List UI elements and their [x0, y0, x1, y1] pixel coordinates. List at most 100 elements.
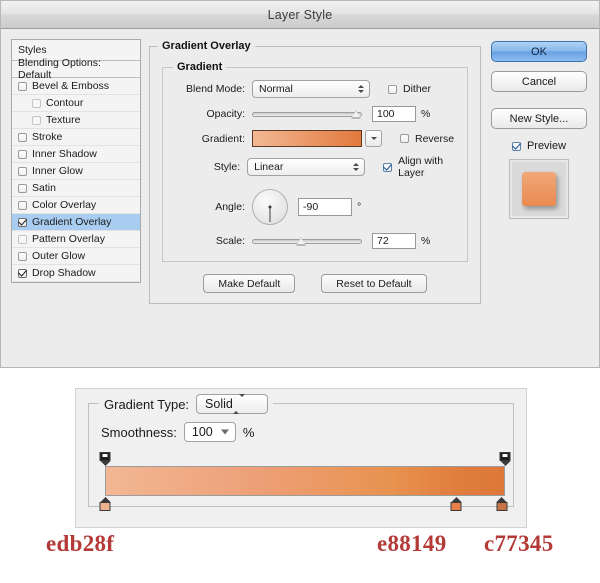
sidebar-item-label: Outer Glow [32, 250, 86, 262]
sidebar-item-pattern-overlay[interactable]: Pattern Overlay [12, 231, 140, 248]
blend-mode-select[interactable]: Normal [252, 80, 370, 98]
scale-slider[interactable] [252, 236, 362, 247]
gradient-preview-swatch[interactable] [252, 130, 362, 147]
smoothness-input[interactable]: 100 [183, 422, 236, 442]
reverse-checkbox[interactable] [400, 134, 409, 143]
hex-color-label: c77345 [484, 531, 554, 556]
sidebar-item-label: Satin [32, 182, 56, 194]
smoothness-label: Smoothness: [101, 424, 177, 440]
opacity-stop[interactable] [499, 452, 511, 466]
style-checkbox[interactable] [18, 81, 27, 91]
sidebar-item-color-overlay[interactable]: Color Overlay [12, 197, 140, 214]
sidebar-item-label: Stroke [32, 131, 63, 143]
gradient-type-label: Gradient Type: [104, 396, 190, 412]
sidebar-item-label: Texture [46, 114, 81, 126]
opacity-row: Opacity: 100 % [173, 106, 457, 122]
gradient-bar[interactable] [105, 466, 505, 496]
style-checkbox[interactable] [18, 234, 27, 244]
angle-dial[interactable] [252, 189, 288, 225]
sidebar-item-outer-glow[interactable]: Outer Glow [12, 248, 140, 265]
sidebar-item-blending-options[interactable]: Blending Options: Default [12, 57, 140, 81]
align-with-layer-option[interactable]: Align with Layer [383, 155, 457, 179]
sidebar-item-label: Drop Shadow [32, 267, 96, 279]
color-stop[interactable] [496, 497, 508, 511]
dither-label: Dither [403, 83, 432, 95]
opacity-stop-chip [99, 452, 111, 461]
blend-mode-row: Blend Mode: Normal Dither [173, 80, 457, 98]
smoothness-unit: % [242, 424, 255, 440]
reverse-option[interactable]: Reverse [400, 133, 454, 145]
style-checkbox[interactable] [18, 200, 27, 210]
sidebar-item-label: Blending Options: Default [18, 57, 101, 81]
opacity-stop-pointer [100, 461, 110, 466]
preview-checkbox[interactable] [511, 141, 521, 151]
sidebar-item-label: Bevel & Emboss [32, 80, 110, 92]
align-with-layer-checkbox[interactable] [383, 162, 393, 172]
style-checkbox[interactable] [18, 166, 27, 176]
sidebar-item-inner-glow[interactable]: Inner Glow [12, 163, 140, 180]
chevron-updown-icon [358, 85, 364, 93]
style-checkbox[interactable] [18, 149, 27, 159]
scale-slider-knob[interactable] [296, 236, 307, 247]
hex-color-label: edb28f [46, 531, 115, 556]
dither-checkbox[interactable] [388, 84, 397, 94]
scale-unit: % [421, 235, 431, 247]
color-stop-chip [450, 502, 462, 511]
sidebar-item-contour[interactable]: Contour [12, 95, 140, 112]
style-checkbox[interactable] [32, 98, 41, 108]
page-title: Layer Style [267, 7, 333, 22]
gradient-type-group: Gradient Type: Solid Smoothness: 100 % [88, 394, 514, 511]
angle-row: Angle: -90 ° [173, 189, 457, 225]
sidebar-item-label: Color Overlay [32, 199, 97, 211]
scale-row: Scale: 72 % [173, 233, 457, 249]
opacity-slider-knob[interactable] [351, 109, 362, 120]
angle-input[interactable]: -90 [298, 198, 352, 216]
ok-button[interactable]: OK [491, 41, 587, 62]
gradient-overlay-group: Gradient Overlay Gradient Blend Mode: No… [149, 40, 481, 304]
cancel-button[interactable]: Cancel [491, 71, 587, 92]
style-checkbox[interactable] [18, 217, 27, 227]
dialog-actions: OK Cancel New Style... Preview [489, 39, 589, 360]
style-row: Style: Linear Align with Layer [173, 155, 457, 179]
make-default-button[interactable]: Make Default [203, 274, 296, 293]
sidebar-item-texture[interactable]: Texture [12, 112, 140, 129]
sidebar-item-satin[interactable]: Satin [12, 180, 140, 197]
group-title: Gradient Overlay [158, 40, 255, 52]
opacity-stop[interactable] [99, 452, 111, 466]
sidebar-item-stroke[interactable]: Stroke [12, 129, 140, 146]
sidebar-item-inner-shadow[interactable]: Inner Shadow [12, 146, 140, 163]
blend-mode-label: Blend Mode: [186, 83, 245, 95]
preview-option[interactable]: Preview [511, 140, 566, 152]
color-stop[interactable] [450, 497, 462, 511]
angle-dial-hub [268, 205, 272, 209]
style-checkbox[interactable] [32, 115, 41, 125]
default-buttons-row: Make Default Reset to Default [162, 274, 468, 293]
gradient-type-select[interactable]: Solid [196, 394, 269, 414]
sidebar-item-label: Gradient Overlay [32, 216, 112, 228]
gradient-overlay-panel: Gradient Overlay Gradient Blend Mode: No… [149, 39, 481, 360]
scale-input[interactable]: 72 [372, 233, 416, 249]
style-checkbox[interactable] [18, 183, 27, 193]
styles-list: Bevel & Emboss Contour Texture Stroke Inner … [12, 78, 140, 282]
style-checkbox[interactable] [18, 132, 27, 142]
style-checkbox[interactable] [18, 251, 27, 261]
reset-to-default-button[interactable]: Reset to Default [321, 274, 427, 293]
color-stop-chip [496, 502, 508, 511]
gradient-editor-panel: Gradient Type: Solid Smoothness: 100 % [75, 388, 527, 528]
angle-label: Angle: [215, 201, 245, 213]
gradient-inner-group: Gradient Blend Mode: Normal Dither Opaci… [162, 61, 468, 262]
opacity-slider-track [252, 111, 362, 117]
chevron-down-icon [370, 137, 377, 140]
color-stop[interactable] [99, 497, 111, 511]
smoothness-value: 100 [191, 425, 213, 439]
gradient-picker-button[interactable] [365, 130, 382, 147]
sidebar-item-drop-shadow[interactable]: Drop Shadow [12, 265, 140, 282]
sidebar-item-gradient-overlay[interactable]: Gradient Overlay [12, 214, 140, 231]
style-select[interactable]: Linear [247, 158, 366, 176]
opacity-slider[interactable] [252, 109, 362, 120]
style-checkbox[interactable] [18, 268, 27, 278]
dither-option[interactable]: Dither [388, 83, 431, 95]
new-style-button[interactable]: New Style... [491, 108, 587, 129]
opacity-input[interactable]: 100 [372, 106, 416, 122]
dialog-titlebar: Layer Style [1, 1, 599, 29]
